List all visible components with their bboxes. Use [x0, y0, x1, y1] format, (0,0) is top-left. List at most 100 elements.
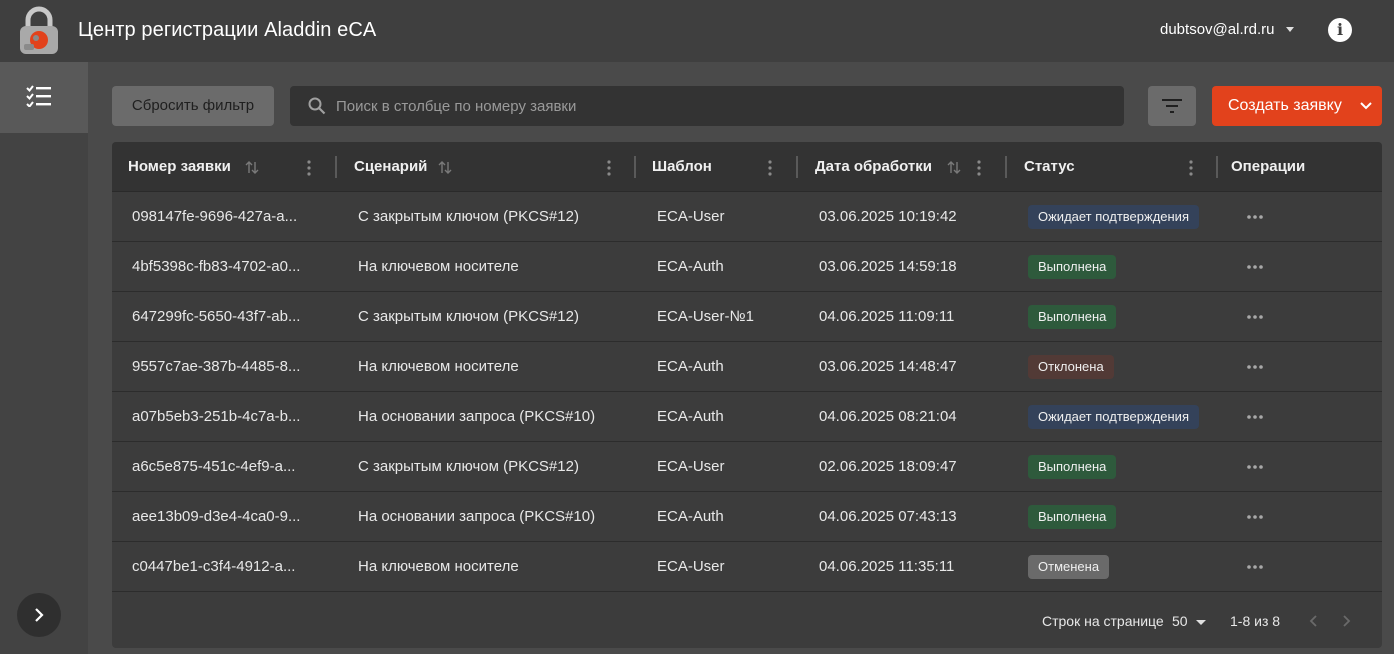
- user-email: dubtsov@al.rd.ru: [1160, 21, 1275, 38]
- column-separator[interactable]: [634, 156, 636, 178]
- column-menu-icon[interactable]: [607, 160, 611, 176]
- status-badge: Отклонена: [1028, 355, 1114, 379]
- sidebar-item-requests[interactable]: [0, 62, 88, 133]
- chevron-down-icon: [1360, 102, 1372, 110]
- table-row[interactable]: 4bf5398c-fb83-4702-a0... На ключевом носи…: [112, 242, 1382, 292]
- column-menu-icon[interactable]: [977, 160, 981, 176]
- request-scenario: С закрытым ключом (PKCS#12): [358, 458, 579, 475]
- sort-icon[interactable]: [438, 161, 452, 174]
- create-request-label: Создать заявку: [1228, 97, 1342, 114]
- table-row[interactable]: a07b5eb3-251b-4c7a-b... На основании запр…: [112, 392, 1382, 442]
- request-template: ECA-Auth: [657, 508, 724, 525]
- request-date: 02.06.2025 18:09:47: [819, 458, 957, 475]
- filter-button[interactable]: [1148, 86, 1196, 126]
- table-row[interactable]: c0447be1-c3f4-4912-a... На ключевом носит…: [112, 542, 1382, 592]
- sort-icon[interactable]: [245, 161, 259, 174]
- chevron-left-icon[interactable]: [1308, 614, 1320, 628]
- search-box: [290, 86, 1124, 126]
- request-id: 4bf5398c-fb83-4702-a0...: [132, 258, 301, 275]
- request-scenario: На основании запроса (PKCS#10): [358, 408, 596, 425]
- table-pagination: Строк на странице 50 1-8 из 8: [112, 593, 1382, 648]
- app-title: Центр регистрации Aladdin eCA: [78, 19, 377, 41]
- column-menu-icon[interactable]: [768, 160, 772, 176]
- more-horizontal-icon[interactable]: [1246, 514, 1264, 520]
- more-horizontal-icon[interactable]: [1246, 564, 1264, 570]
- search-icon: [308, 97, 326, 115]
- table-row[interactable]: aee13b09-d3e4-4ca0-9... На основании запр…: [112, 492, 1382, 542]
- column-menu-icon[interactable]: [1189, 160, 1193, 176]
- request-scenario: С закрытым ключом (PKCS#12): [358, 208, 579, 225]
- column-separator[interactable]: [1216, 156, 1218, 178]
- table-row[interactable]: 9557c7ae-387b-4485-8... На ключевом носит…: [112, 342, 1382, 392]
- rows-per-page-label: Строк на странице: [1042, 613, 1164, 629]
- column-header-scenario[interactable]: Сценарий: [354, 142, 427, 192]
- request-id: 9557c7ae-387b-4485-8...: [132, 358, 301, 375]
- column-header-template[interactable]: Шаблон: [652, 142, 712, 192]
- column-header-date[interactable]: Дата обработки: [815, 142, 932, 192]
- request-id: a07b5eb3-251b-4c7a-b...: [132, 408, 301, 425]
- request-id: 647299fc-5650-43f7-ab...: [132, 308, 301, 325]
- request-id: c0447be1-c3f4-4912-a...: [132, 558, 296, 575]
- status-badge: Выполнена: [1028, 255, 1117, 279]
- request-id: 098147fe-9696-427a-a...: [132, 208, 298, 225]
- more-horizontal-icon[interactable]: [1246, 364, 1264, 370]
- request-template: ECA-User: [657, 208, 725, 225]
- filter-icon: [1162, 99, 1182, 113]
- reset-filter-button[interactable]: Сбросить фильтр: [112, 86, 274, 126]
- request-template: ECA-Auth: [657, 358, 724, 375]
- create-request-button[interactable]: Создать заявку: [1212, 86, 1382, 126]
- more-horizontal-icon[interactable]: [1246, 264, 1264, 270]
- pagination-range: 1-8 из 8: [1230, 613, 1281, 629]
- chevron-right-icon[interactable]: [1340, 614, 1352, 628]
- column-header-id[interactable]: Номер заявки: [128, 142, 231, 192]
- status-badge: Ожидает подтверждения: [1028, 405, 1199, 429]
- table-row[interactable]: 647299fc-5650-43f7-ab... С закрытым ключо…: [112, 292, 1382, 342]
- request-date: 04.06.2025 08:21:04: [819, 408, 957, 425]
- status-badge: Ожидает подтверждения: [1028, 205, 1199, 229]
- request-date: 04.06.2025 11:35:11: [819, 558, 955, 575]
- table-row[interactable]: a6c5e875-451c-4ef9-a... С закрытым ключом…: [112, 442, 1382, 492]
- chevron-right-icon: [35, 608, 44, 622]
- request-template: ECA-Auth: [657, 258, 724, 275]
- more-horizontal-icon[interactable]: [1246, 214, 1264, 220]
- search-input[interactable]: [336, 86, 1106, 126]
- request-date: 03.06.2025 14:59:18: [819, 258, 957, 275]
- user-menu[interactable]: dubtsov@al.rd.ru: [1160, 21, 1295, 38]
- request-date: 03.06.2025 10:19:42: [819, 208, 957, 225]
- sort-icon[interactable]: [947, 161, 961, 174]
- column-separator[interactable]: [1005, 156, 1007, 178]
- chevron-down-icon[interactable]: [1196, 620, 1206, 625]
- chevron-down-icon: [1286, 27, 1295, 32]
- request-scenario: На основании запроса (PKCS#10): [358, 508, 596, 525]
- more-horizontal-icon[interactable]: [1246, 414, 1264, 420]
- column-header-status[interactable]: Статус: [1024, 142, 1075, 192]
- request-scenario: На ключевом носителе: [358, 258, 519, 275]
- column-separator[interactable]: [796, 156, 798, 178]
- request-template: ECA-Auth: [657, 408, 724, 425]
- rows-per-page-select[interactable]: 50: [1172, 613, 1188, 629]
- sidebar: [0, 62, 88, 654]
- request-id: a6c5e875-451c-4ef9-a...: [132, 458, 296, 475]
- column-header-operations: Операции: [1231, 158, 1306, 175]
- request-template: ECA-User-№1: [657, 308, 754, 325]
- requests-table: Номер заявки Сценарий Шаблон Дата обрабо…: [112, 142, 1382, 648]
- checklist-icon: [26, 85, 51, 107]
- table-row[interactable]: 098147fe-9696-427a-a... С закрытым ключом…: [112, 192, 1382, 242]
- more-horizontal-icon[interactable]: [1246, 314, 1264, 320]
- status-badge: Выполнена: [1028, 455, 1117, 479]
- request-date: 04.06.2025 11:09:11: [819, 308, 955, 325]
- info-icon[interactable]: i: [1328, 18, 1352, 42]
- more-horizontal-icon[interactable]: [1246, 464, 1264, 470]
- request-template: ECA-User: [657, 558, 725, 575]
- app-header: Центр регистрации Aladdin eCA dubtsov@al…: [0, 0, 1394, 62]
- sidebar-expand-button[interactable]: [17, 593, 61, 637]
- request-scenario: На ключевом носителе: [358, 358, 519, 375]
- request-template: ECA-User: [657, 458, 725, 475]
- table-header: Номер заявки Сценарий Шаблон Дата обрабо…: [112, 142, 1382, 192]
- column-menu-icon[interactable]: [307, 160, 311, 176]
- request-scenario: С закрытым ключом (PKCS#12): [358, 308, 579, 325]
- status-badge: Выполнена: [1028, 305, 1117, 329]
- column-separator[interactable]: [335, 156, 337, 178]
- lock-logo-icon: [20, 6, 58, 54]
- status-badge: Отменена: [1028, 555, 1110, 579]
